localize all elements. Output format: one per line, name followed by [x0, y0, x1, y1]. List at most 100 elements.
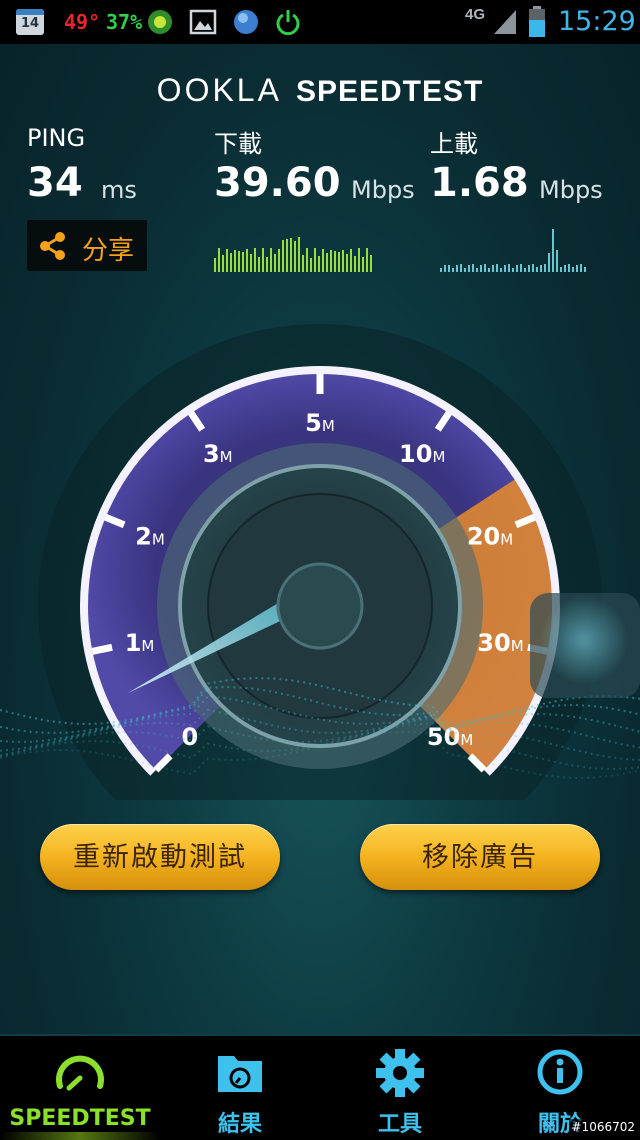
sparkline-bar: [456, 265, 458, 272]
shield-app-icon: [148, 10, 172, 34]
sparkline-bar: [298, 237, 300, 272]
sparkline-bar: [528, 265, 530, 272]
battery-percent-indicator: 37%: [106, 10, 143, 34]
download-value: 39.60: [214, 160, 341, 206]
sparkline-bar: [536, 267, 538, 272]
power-icon: [276, 10, 300, 36]
sparkline-bar: [234, 250, 236, 272]
sparkline-bar: [548, 253, 550, 272]
sparkline-bar: [294, 241, 296, 272]
sparkline-bar: [226, 249, 228, 272]
sparkline-bar: [492, 265, 494, 272]
nav-label: SPEEDTEST: [9, 1106, 151, 1131]
calendar-icon: 14: [16, 9, 44, 35]
sparkline-bar: [370, 255, 372, 272]
sparkline-bar: [496, 264, 498, 272]
sparkline-bar: [282, 240, 284, 272]
sparkline-bar: [338, 252, 340, 272]
sparkline-bar: [512, 268, 514, 272]
gauge-scale-label: 0: [182, 723, 199, 751]
download-unit: Mbps: [351, 176, 415, 204]
sparkline-bar: [346, 254, 348, 272]
sparkline-bar: [258, 257, 260, 272]
gauge-hub: [276, 562, 364, 650]
globe-icon: [234, 10, 258, 34]
sparkline-bar: [480, 265, 482, 272]
sparkline-bar: [440, 268, 442, 272]
gallery-icon: [189, 9, 217, 35]
upload-sparkline: [440, 229, 586, 272]
download-label: 下載: [214, 130, 262, 158]
share-label: 分享: [82, 236, 135, 266]
sparkline-bar: [250, 254, 252, 272]
restart-test-button[interactable]: 重新啟動測試: [40, 824, 280, 890]
sparkline-bar: [310, 258, 312, 272]
sparkline-bar: [334, 251, 336, 272]
nav-label: 工具: [377, 1112, 422, 1137]
sparkline-bar: [516, 265, 518, 272]
sparkline-bar: [222, 255, 224, 272]
sparkline-bar: [322, 249, 324, 272]
nav-item-tools[interactable]: 工具: [320, 1036, 480, 1140]
sparkline-bar: [330, 250, 332, 272]
sparkline-bar: [314, 248, 316, 272]
side-drawer-glow: [540, 596, 628, 684]
sparkline-bar: [246, 249, 248, 272]
sparkline-bar: [532, 264, 534, 272]
sparkline-bar: [540, 265, 542, 272]
sparkline-bar: [366, 248, 368, 272]
sparkline-bar: [238, 251, 240, 272]
sparkline-bar: [218, 248, 220, 272]
sparkline-bar: [444, 265, 446, 272]
nav-item-results[interactable]: 結果: [160, 1036, 320, 1140]
sparkline-bar: [524, 268, 526, 272]
app-logo: OOKLA SPEEDTEST: [156, 72, 484, 108]
sparkline-bar: [560, 267, 562, 272]
sparkline-bar: [564, 265, 566, 272]
share-button[interactable]: 分享: [27, 220, 147, 271]
upload-label: 上載: [430, 130, 478, 158]
speed-gauge: 01M2M3M5M10M20M30M50M: [0, 324, 640, 800]
temperature-indicator: 49°: [64, 10, 101, 34]
sparkline-bar: [266, 257, 268, 272]
sparkline-bar: [362, 257, 364, 272]
sparkline-bar: [358, 248, 360, 272]
ping-value: 34: [27, 160, 83, 206]
sparkline-bar: [488, 268, 490, 272]
sparkline-bar: [520, 264, 522, 272]
sparkline-bar: [568, 264, 570, 272]
sparkline-bar: [278, 249, 280, 272]
nav-label: 結果: [217, 1112, 262, 1137]
sparkline-bar: [274, 254, 276, 272]
results-folder-icon: [218, 1056, 262, 1092]
sparkline-bar: [556, 250, 558, 272]
sparkline-bar: [572, 267, 574, 272]
remove-ads-button[interactable]: 移除廣告: [360, 824, 600, 890]
sparkline-bar: [552, 229, 554, 272]
gauge-tick: [91, 643, 113, 655]
sparkline-bar: [544, 264, 546, 272]
sparkline-bar: [242, 252, 244, 272]
sparkline-bar: [500, 268, 502, 272]
sparkline-bar: [306, 248, 308, 272]
upload-value: 1.68: [430, 160, 529, 206]
ping-label: PING: [27, 124, 86, 152]
bottom-navigation: SPEEDTEST 結果 工具 關於: [0, 1034, 640, 1140]
status-bar: 14 49° 37% 4G 15:29: [0, 0, 640, 44]
watermark: #1066702: [568, 1119, 638, 1135]
sparkline-bar: [504, 265, 506, 272]
sparkline-bar: [472, 264, 474, 272]
sparkline-bar: [214, 258, 216, 272]
sparkline-bar: [468, 265, 470, 272]
sparkline-bar: [508, 264, 510, 272]
download-sparkline: [214, 237, 372, 272]
speedometer-icon: [56, 1055, 104, 1091]
upload-unit: Mbps: [539, 176, 603, 204]
network-type: 4G: [465, 6, 486, 23]
sparkline-bar: [342, 250, 344, 272]
sparkline-bar: [584, 267, 586, 272]
sparkline-bar: [354, 256, 356, 272]
sparkline-bar: [460, 264, 462, 272]
clock: 15:29: [558, 6, 636, 37]
nav-item-speedtest[interactable]: SPEEDTEST: [0, 1036, 160, 1140]
